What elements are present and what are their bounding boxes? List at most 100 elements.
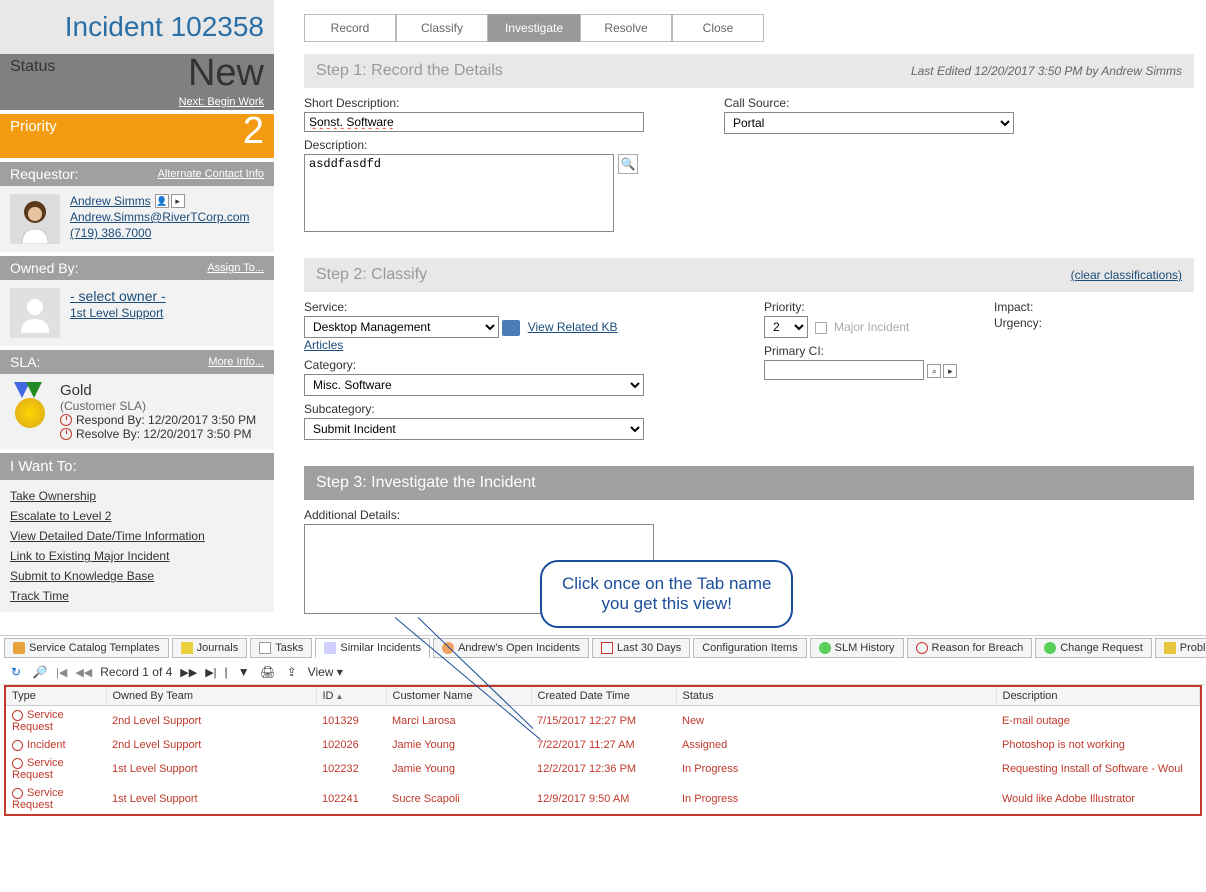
requestor-name[interactable]: Andrew Simms — [70, 194, 151, 208]
nav-last[interactable]: ▶| — [205, 666, 216, 679]
callout-bubble: Click once on the Tab name you get this … — [540, 560, 793, 628]
bottom-tabs: Service Catalog Templates Journals Tasks… — [0, 636, 1206, 660]
goto-icon[interactable]: ▸ — [171, 194, 185, 208]
iwant-header: I Want To: — [0, 453, 274, 480]
call-source-select[interactable]: Portal — [724, 112, 1014, 134]
person-icon[interactable]: 👤 — [155, 194, 169, 208]
change-icon — [1044, 642, 1056, 654]
category-select[interactable]: Misc. Software — [304, 374, 644, 396]
btab-config-items[interactable]: Configuration Items — [693, 638, 806, 658]
sla-header: SLA: More Info... — [0, 350, 274, 374]
iwant-take-ownership[interactable]: Take Ownership — [10, 489, 96, 503]
btab-change-request[interactable]: Change Request — [1035, 638, 1152, 658]
subcategory-select[interactable]: Submit Incident — [304, 418, 644, 440]
next-step-link[interactable]: Next: Begin Work — [179, 96, 264, 108]
primary-ci-input[interactable] — [764, 360, 924, 380]
binoculars-icon[interactable]: 🔎 — [32, 664, 48, 680]
title-bar: Incident 102358 — [0, 0, 274, 54]
service-label: Service: — [304, 300, 644, 314]
col-desc[interactable]: Description — [996, 687, 1200, 706]
slm-icon — [819, 642, 831, 654]
ci-goto-icon[interactable]: ▸ — [943, 364, 957, 378]
tab-record[interactable]: Record — [304, 14, 396, 42]
impact-label: Impact: — [994, 300, 1194, 314]
status-value: New — [188, 52, 264, 95]
table-row[interactable]: Incident2nd Level Support102026Jamie You… — [6, 736, 1200, 754]
owned-by-header: Owned By: Assign To... — [0, 256, 274, 280]
iwant-kb[interactable]: Submit to Knowledge Base — [10, 569, 154, 583]
step2-header: Step 2: Classify (clear classifications) — [304, 258, 1194, 292]
clock-icon — [12, 740, 23, 751]
print-icon[interactable]: 🖨 — [260, 664, 276, 680]
assign-to-link[interactable]: Assign To... — [207, 262, 264, 274]
iwant-track-time[interactable]: Track Time — [10, 589, 69, 603]
col-status[interactable]: Status — [676, 687, 996, 706]
sla-name: Gold — [60, 382, 256, 399]
col-team[interactable]: Owned By Team — [106, 687, 316, 706]
nav-next[interactable]: ▶▶ — [180, 666, 197, 679]
tab-classify[interactable]: Classify — [396, 14, 488, 42]
tab-close[interactable]: Close — [672, 14, 764, 42]
kb-icon[interactable] — [502, 320, 520, 336]
filter-icon[interactable]: ▼ — [236, 664, 252, 680]
tab-investigate[interactable]: Investigate — [488, 14, 580, 42]
sla-resolve: Resolve By: 12/20/2017 3:50 PM — [76, 427, 251, 441]
requestor-avatar — [10, 194, 60, 244]
nav-first[interactable]: |◀ — [56, 666, 67, 679]
export-icon[interactable]: ⇪ — [284, 664, 300, 680]
nav-prev[interactable]: ◀◀ — [75, 666, 92, 679]
btab-journals[interactable]: Journals — [172, 638, 248, 658]
tab-resolve[interactable]: Resolve — [580, 14, 672, 42]
refresh-icon[interactable]: ↻ — [8, 664, 24, 680]
requestor-phone[interactable]: (719) 386.7000 — [70, 226, 250, 240]
iwant-escalate[interactable]: Escalate to Level 2 — [10, 509, 111, 523]
alternate-contact-link[interactable]: Alternate Contact Info — [158, 168, 264, 180]
description-textarea[interactable]: <span class="squiggle"></span> — [304, 154, 614, 232]
page-title: Incident 102358 — [65, 11, 264, 43]
short-desc-input[interactable] — [304, 112, 644, 132]
call-source-label: Call Source: — [724, 96, 1194, 110]
requestor-email[interactable]: Andrew.Simms@RiverTCorp.com — [70, 210, 250, 224]
owned-by-body: - select owner - 1st Level Support — [0, 280, 274, 346]
sla-more-link[interactable]: More Info... — [208, 356, 264, 368]
col-created[interactable]: Created Date Time — [531, 687, 676, 706]
catalog-icon — [13, 642, 25, 654]
view-dropdown[interactable]: View ▾ — [308, 665, 343, 679]
breach-icon — [916, 642, 928, 654]
clock-icon — [12, 788, 23, 799]
priority-label: Priority — [10, 118, 57, 135]
col-id[interactable]: ID▲ — [316, 687, 386, 706]
priority-value: 2 — [243, 110, 264, 153]
btab-slm-history[interactable]: SLM History — [810, 638, 904, 658]
btab-reason-breach[interactable]: Reason for Breach — [907, 638, 1033, 658]
major-incident-checkbox[interactable] — [815, 322, 827, 334]
priority-panel: Priority 2 — [0, 114, 274, 158]
clear-classifications-link[interactable]: (clear classifications) — [1071, 268, 1182, 282]
owner-team[interactable]: 1st Level Support — [70, 306, 166, 320]
last-edited: Last Edited 12/20/2017 3:50 PM by Andrew… — [911, 64, 1182, 78]
search-icon[interactable]: 🔍 — [618, 154, 638, 174]
ci-lookup-icon[interactable]: ⌕ — [927, 364, 941, 378]
major-incident-label: Major Incident — [834, 320, 909, 334]
col-type[interactable]: Type — [6, 687, 106, 706]
priority-select[interactable]: 2 — [764, 316, 808, 338]
clock-icon — [60, 428, 72, 440]
sla-respond: Respond By: 12/20/2017 3:50 PM — [76, 413, 256, 427]
iwant-datetime[interactable]: View Detailed Date/Time Information — [10, 529, 205, 543]
btab-problem[interactable]: Problem — [1155, 638, 1206, 658]
service-select[interactable]: Desktop Management — [304, 316, 499, 338]
clock-icon — [60, 414, 72, 426]
requestor-header: Requestor: Alternate Contact Info — [0, 162, 274, 186]
requestor-body: Andrew Simms 👤 ▸ Andrew.Simms@RiverTCorp… — [0, 186, 274, 252]
similar-icon — [324, 642, 336, 654]
table-row[interactable]: Service Request2nd Level Support101329Ma… — [6, 706, 1200, 737]
table-row[interactable]: Service Request1st Level Support102241Su… — [6, 784, 1200, 814]
btab-last-30[interactable]: Last 30 Days — [592, 638, 690, 658]
btab-service-catalog[interactable]: Service Catalog Templates — [4, 638, 169, 658]
btab-similar-incidents[interactable]: Similar Incidents — [315, 638, 430, 658]
table-row[interactable]: Service Request1st Level Support102232Ja… — [6, 754, 1200, 784]
btab-tasks[interactable]: Tasks — [250, 638, 312, 658]
col-customer[interactable]: Customer Name — [386, 687, 531, 706]
select-owner-link[interactable]: - select owner - — [70, 288, 166, 304]
iwant-link-major[interactable]: Link to Existing Major Incident — [10, 549, 169, 563]
